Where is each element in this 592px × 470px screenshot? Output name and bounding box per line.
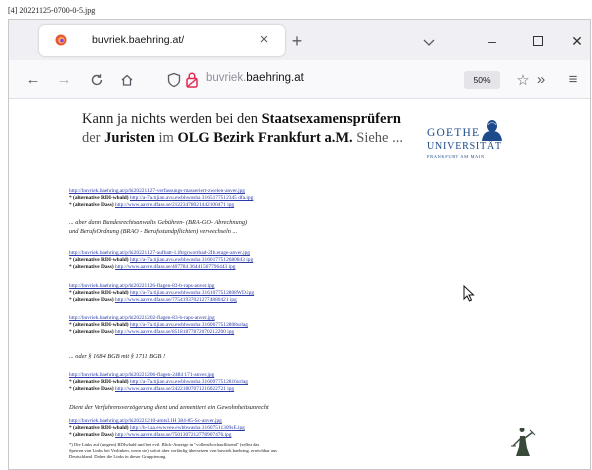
mouse-cursor-icon [463, 285, 475, 302]
link-group-1: http://buvriek.baehring.at/p/bi20221127-… [69, 188, 254, 208]
link-group-final: http://buvriek.baehring.at/p/bi20221210-… [69, 418, 245, 438]
url-bar[interactable]: buvriek.baehring.at 50% ☆ [166, 66, 530, 94]
minimize-window-icon[interactable]: – [481, 30, 503, 52]
mirror-link[interactable]: http://www.aavre.dfass.se/21223478021442… [115, 202, 234, 208]
image-link[interactable]: http://buvriek.baehring.at/p/bi20221210-… [69, 418, 245, 425]
hamburger-menu-icon[interactable]: ≡ [562, 69, 584, 91]
forward-arrow-icon[interactable]: → [53, 69, 75, 91]
link-group-3: http://buvriek.baehring.at/p/bi20221126-… [69, 283, 255, 303]
mirror-link[interactable]: http://a-7a.tijian.avu.ewbhwosha 3165177… [130, 195, 253, 201]
chevron-double-right-icon[interactable]: » [530, 69, 552, 91]
mirror-link[interactable]: http://www.aavre.dfass.se/85181877872070… [115, 329, 234, 335]
image-link[interactable]: http://buvriek.baehring.at/p/bi20221206-… [69, 372, 248, 379]
tracking-shield-icon[interactable] [166, 72, 182, 88]
new-tab-icon[interactable]: + [286, 31, 308, 53]
image-link[interactable]: http://buvriek.baehring.at/p/bi20221202-… [69, 315, 248, 322]
mirror-link[interactable]: http://a-7a.tijian.avu.ewbhwosha 3160677… [130, 322, 248, 328]
chevron-down-icon[interactable] [421, 34, 437, 50]
close-tab-icon[interactable]: × [253, 29, 275, 51]
home-icon[interactable] [116, 69, 138, 91]
mirror-link[interactable]: http://www.aavre.dfass.se/77541937021277… [115, 297, 237, 303]
firefox-favicon [55, 34, 67, 46]
note-bra-go: ... aber dann Bundesrechtsanwalts Gebühr… [69, 219, 248, 235]
mirror-link[interactable]: http://www.aavre.dfass.se/75013072127789… [115, 432, 231, 438]
image-link[interactable]: http://buvriek.baehring.at/p/bi20221127-… [69, 188, 253, 195]
headline-line-1: Kann ja nichts werden bei den Staatsexam… [82, 111, 401, 127]
navigation-toolbar: ← → buvriek.baehring.at 50% ☆ » ≡ [9, 60, 590, 99]
headline-line-2: der Juristen im OLG Bezirk Frankfurt a.M… [82, 130, 403, 146]
site-lock-icon[interactable] [185, 71, 199, 89]
justitia-statue-icon [511, 428, 536, 456]
note-verfahren: Dient der Verfahrensverzögerung dient un… [69, 404, 269, 411]
browser-window: buvriek.baehring.at/ × + – ✕ ← → buvriek… [8, 19, 591, 470]
back-arrow-icon[interactable]: ← [22, 69, 44, 91]
zoom-level-badge[interactable]: 50% [464, 71, 500, 89]
image-link[interactable]: http://buvriek.baehring.at/p/bi20221126-… [69, 283, 254, 290]
link-group-5: http://buvriek.baehring.at/p/bi20221206-… [69, 372, 248, 392]
link-group-4: http://buvriek.baehring.at/p/bi20221202-… [69, 315, 248, 335]
mirror-link[interactable]: http://b-l.aa.ewwvee.ewbhwasha 316075113… [130, 425, 245, 431]
url-text[interactable]: buvriek.baehring.at [206, 72, 304, 84]
page-headline: Kann ja nichts werden bei den Staatsexam… [82, 110, 422, 148]
link-group-2: http://buvriek.baehring.at/p/bi20221127-… [69, 250, 254, 270]
footnote: *) Die Links auf (ungern) RDIwbald und b… [69, 442, 277, 459]
mirror-link[interactable]: http://a-7a.tijian.avu.ewbhwosha 3160177… [130, 257, 253, 263]
mirror-link[interactable]: http://a-7a.tijian.avu.ewbhwosha 3160977… [130, 379, 248, 385]
tab-title: buvriek.baehring.at/ [92, 34, 185, 46]
mirror-link[interactable]: http://a-7a.tijian.avu.ewbhwosha 3161077… [130, 290, 254, 296]
goethe-university-logo: GOETHE UNIVERSITÄT FRANKFURT AM MAIN [427, 119, 517, 173]
image-file-label: [4] 20221125-0700-0-5.jpg [8, 6, 96, 15]
close-window-icon[interactable]: ✕ [566, 30, 588, 52]
maximize-window-icon[interactable] [527, 30, 549, 52]
tab-bar: buvriek.baehring.at/ × + – ✕ [9, 20, 590, 60]
tab-buvriek[interactable]: buvriek.baehring.at/ × [39, 25, 285, 56]
mirror-link[interactable]: http://www.aavre.dfass.se/24221807071216… [115, 386, 234, 392]
note-bgb: ... oder § 1684 BGB mit § 1711 BGB ! [69, 353, 166, 360]
reload-icon[interactable] [86, 69, 108, 91]
mirror-link[interactable]: http://www.aavre.dfass.se/407784 3644156… [115, 264, 235, 270]
image-link[interactable]: http://buvriek.baehring.at/p/bi20221127-… [69, 250, 253, 257]
page-content: Kann ja nichts werden bei den Staatsexam… [9, 100, 590, 469]
goethe-portrait-icon [482, 120, 502, 141]
